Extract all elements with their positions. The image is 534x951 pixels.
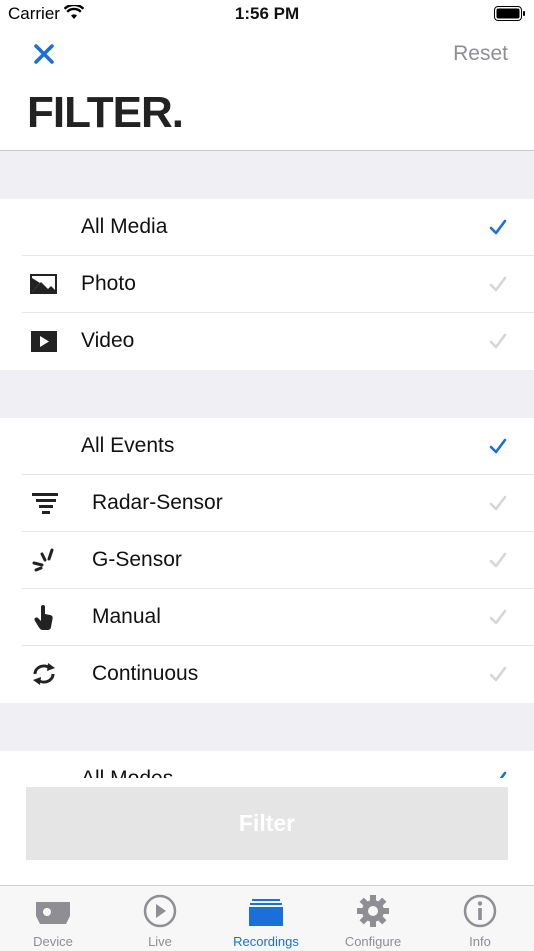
tab-device[interactable]: Device <box>0 886 106 951</box>
checkmark-icon <box>489 333 507 349</box>
checkmark-icon <box>489 609 507 625</box>
status-bar: Carrier 1:56 PM <box>0 0 534 28</box>
hand-pointer-icon <box>34 605 53 630</box>
filter-row-video[interactable]: Video <box>0 313 534 370</box>
filter-row-label: All Events <box>81 434 175 457</box>
tab-label: Info <box>469 934 491 949</box>
filter-row-all-media[interactable]: All Media <box>0 199 534 256</box>
info-circle-icon <box>463 894 497 928</box>
recordings-stack-icon <box>249 899 283 926</box>
checkmark-icon <box>499 771 507 778</box>
g-sensor-icon <box>32 548 54 572</box>
loop-arrows-icon <box>33 663 55 685</box>
page-title: FILTER. <box>27 88 184 137</box>
video-play-icon <box>31 331 57 352</box>
filter-row-all-events[interactable]: All Events <box>0 418 534 475</box>
camera-device-icon <box>36 902 70 924</box>
filter-row-label: Continuous <box>92 662 199 685</box>
section-spacer <box>0 370 534 418</box>
status-time: 1:56 PM <box>234 4 300 23</box>
checkmark-icon <box>489 552 507 568</box>
tab-label: Live <box>148 934 172 949</box>
filter-row-label: Video <box>81 329 135 352</box>
section-spacer <box>0 151 534 199</box>
filter-row-continuous[interactable]: Continuous <box>0 646 534 703</box>
gear-icon <box>357 895 389 927</box>
tab-label: Configure <box>344 934 402 949</box>
tab-live[interactable]: Live <box>107 886 213 951</box>
battery-icon <box>494 6 526 26</box>
filter-row-label: Radar-Sensor <box>92 491 223 514</box>
checkmark-icon <box>489 438 507 454</box>
filter-row-label: G-Sensor <box>92 548 182 571</box>
filter-row-photo[interactable]: Photo <box>0 256 534 313</box>
close-button[interactable] <box>30 40 58 68</box>
section-spacer <box>0 703 534 751</box>
filter-row-all-modes[interactable]: All Modes <box>0 751 534 778</box>
tab-info[interactable]: Info <box>427 886 533 951</box>
tab-label: Device <box>33 934 73 949</box>
filter-row-manual[interactable]: Manual <box>0 589 534 646</box>
close-icon <box>34 44 54 64</box>
filter-row-label: Photo <box>81 272 136 295</box>
filter-row-label: All Media <box>81 215 168 238</box>
filter-row-radar-sensor[interactable]: Radar-Sensor <box>0 475 534 532</box>
tab-recordings[interactable]: Recordings <box>213 886 319 951</box>
filter-button[interactable]: Filter <box>26 787 508 860</box>
checkmark-icon <box>489 666 507 682</box>
tab-bar: Device Live Recordings Configure Info <box>0 885 534 951</box>
tab-label: Recordings <box>233 934 299 949</box>
filter-row-label: All Modes <box>81 767 173 778</box>
reset-button[interactable]: Reset <box>453 42 508 66</box>
photo-icon <box>30 274 57 294</box>
radar-sensor-icon <box>32 493 58 514</box>
tab-configure[interactable]: Configure <box>320 886 426 951</box>
filter-row-g-sensor[interactable]: G-Sensor <box>0 532 534 589</box>
checkmark-icon <box>489 276 507 292</box>
filter-row-label: Manual <box>92 605 161 628</box>
checkmark-icon <box>489 495 507 511</box>
checkmark-icon <box>489 219 507 235</box>
play-circle-icon <box>143 894 177 928</box>
